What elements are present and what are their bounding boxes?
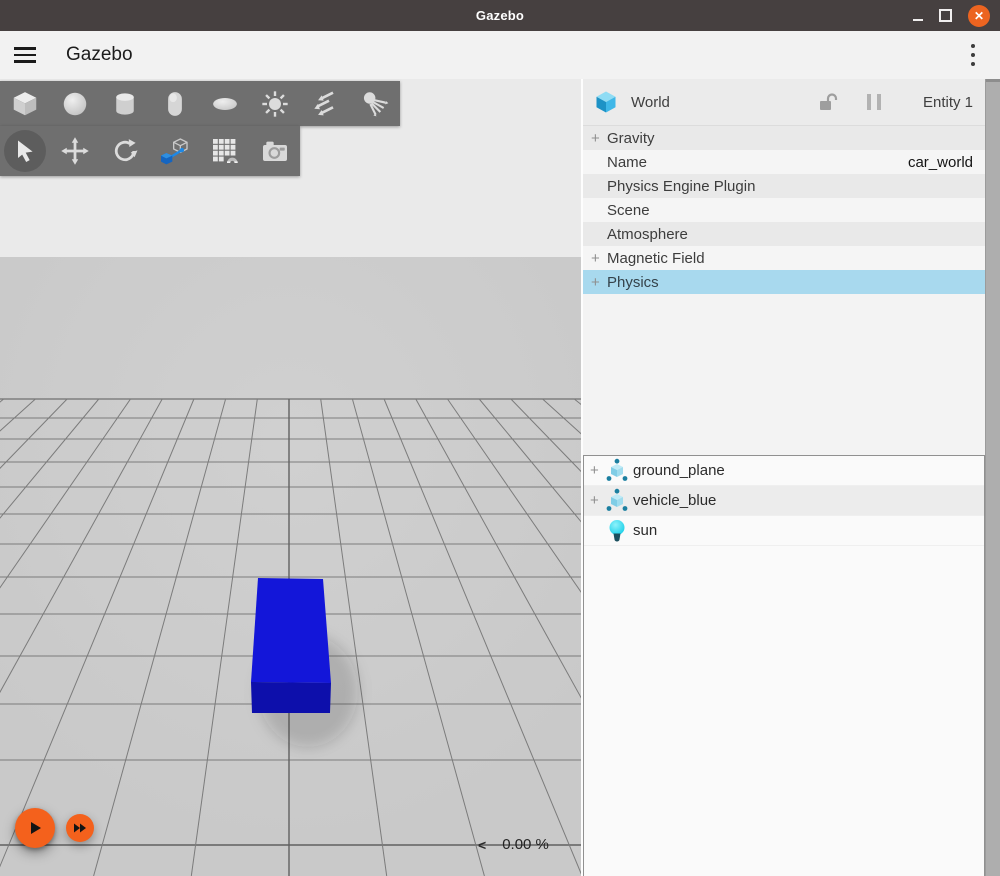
close-button[interactable]: ✕	[968, 5, 990, 27]
entity-label: sun	[633, 522, 657, 539]
tool-point-light[interactable]	[250, 81, 300, 126]
property-label: Physics Engine Plugin	[607, 178, 985, 195]
model-icon	[604, 458, 630, 484]
box-icon	[10, 89, 40, 119]
grid-snap-icon	[209, 135, 241, 167]
sphere-icon	[60, 89, 90, 119]
entity-label: ground_plane	[633, 462, 725, 479]
play-button[interactable]	[15, 808, 55, 848]
inspector-header: World Entity 1	[583, 79, 985, 126]
expand-toggle[interactable]: +	[591, 130, 607, 147]
model-icon	[605, 488, 629, 514]
property-label: Name	[607, 154, 908, 171]
unlock-icon[interactable]	[818, 92, 840, 113]
capsule-icon	[160, 89, 190, 119]
property-label: Physics	[607, 274, 985, 291]
property-row-scene[interactable]: Scene	[583, 198, 985, 222]
tool-cylinder[interactable]	[100, 81, 150, 126]
point-light-icon	[259, 88, 291, 120]
component-inspector-panel: World Entity 1 + Gravity Name car_world …	[583, 79, 1000, 876]
kebab-menu-icon[interactable]	[966, 44, 980, 66]
window-title: Gazebo	[476, 8, 524, 23]
panel-scrollbar[interactable]	[985, 79, 1000, 876]
fast-forward-icon	[73, 822, 87, 834]
expand-toggle[interactable]: +	[591, 250, 607, 267]
transform-toolbar	[0, 126, 300, 176]
expand-toggle[interactable]: +	[590, 462, 604, 479]
property-label: Atmosphere	[607, 226, 985, 243]
light-icon	[604, 518, 630, 544]
tool-sphere[interactable]	[50, 81, 100, 126]
expand-toggle[interactable]: +	[590, 492, 604, 509]
property-row-name[interactable]: Name car_world	[583, 150, 985, 174]
property-row-gravity[interactable]: + Gravity	[583, 126, 985, 150]
camera-icon	[259, 135, 291, 167]
tool-directional-light[interactable]	[300, 81, 350, 126]
vehicle-blue-box[interactable]	[251, 578, 331, 713]
entity-label: vehicle_blue	[633, 492, 716, 509]
collapse-chevron-icon[interactable]: <	[478, 837, 486, 853]
entity-row-vehicle-blue[interactable]: + vehicle_blue	[584, 486, 984, 516]
tool-screenshot[interactable]	[250, 126, 300, 176]
tool-translate[interactable]	[50, 126, 100, 176]
entity-tree: + ground_plane +	[583, 455, 985, 876]
inspector-title: World	[631, 94, 670, 111]
translate-icon	[60, 136, 90, 166]
cylinder-icon	[110, 89, 140, 119]
tool-rotate[interactable]	[100, 126, 150, 176]
tool-capsule[interactable]	[150, 81, 200, 126]
play-icon	[27, 820, 43, 836]
scene-viewport[interactable]: < 0.00 %	[0, 79, 581, 876]
spot-light-icon	[359, 88, 391, 120]
tool-box[interactable]	[0, 81, 50, 126]
pose-snap-icon	[159, 135, 191, 167]
entity-id-label: Entity 1	[923, 94, 973, 111]
pause-icon[interactable]	[867, 94, 881, 110]
property-label: Gravity	[607, 130, 985, 147]
light-icon	[607, 518, 627, 544]
panel-empty-area	[583, 294, 985, 455]
property-row-magnetic-field[interactable]: + Magnetic Field	[583, 246, 985, 270]
tool-grid-snap[interactable]	[200, 126, 250, 176]
rtf-display: < 0.00 %	[478, 836, 549, 853]
tool-spot-light[interactable]	[350, 81, 400, 126]
shape-toolbar	[0, 81, 400, 126]
hamburger-menu-icon[interactable]	[14, 47, 36, 63]
tool-select[interactable]	[0, 126, 50, 176]
property-value: car_world	[908, 154, 973, 171]
property-row-physics-engine-plugin[interactable]: Physics Engine Plugin	[583, 174, 985, 198]
property-row-atmosphere[interactable]: Atmosphere	[583, 222, 985, 246]
property-row-physics[interactable]: + Physics	[583, 270, 985, 294]
app-title: Gazebo	[66, 44, 133, 66]
tool-pose-snap[interactable]	[150, 126, 200, 176]
property-label: Scene	[607, 202, 985, 219]
rtf-value: 0.00 %	[502, 836, 549, 853]
directional-light-icon	[309, 88, 341, 120]
select-arrow-icon	[11, 137, 39, 165]
tool-ellipsoid[interactable]	[200, 81, 250, 126]
rotate-icon	[110, 136, 140, 166]
entity-row-sun[interactable]: sun	[584, 516, 984, 546]
model-icon	[604, 488, 630, 514]
model-icon	[605, 458, 629, 484]
maximize-button[interactable]	[939, 9, 952, 22]
ellipsoid-icon	[210, 89, 240, 119]
ground-plane-surface	[0, 257, 581, 876]
gazebo-window: Gazebo ✕ Gazebo	[0, 0, 1000, 876]
minimize-button[interactable]	[913, 19, 923, 21]
entity-row-ground-plane[interactable]: + ground_plane	[584, 456, 984, 486]
expand-toggle[interactable]: +	[591, 274, 607, 291]
world-cube-icon	[593, 89, 619, 115]
menubar: Gazebo	[0, 31, 1000, 80]
window-titlebar[interactable]: Gazebo ✕	[0, 0, 1000, 31]
scene-render	[0, 79, 581, 876]
step-forward-button[interactable]	[66, 814, 94, 842]
property-label: Magnetic Field	[607, 250, 985, 267]
